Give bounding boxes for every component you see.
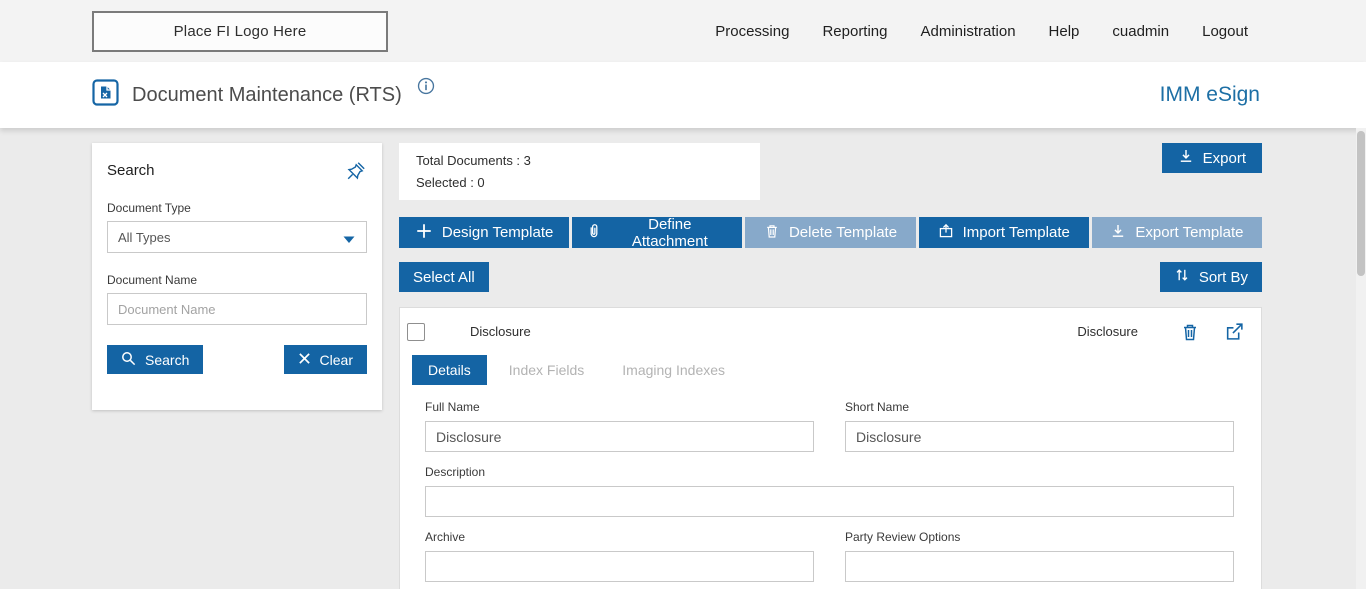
- document-name-right: Disclosure: [1077, 324, 1138, 339]
- document-tabs: Details Index Fields Imaging Indexes: [412, 355, 1261, 385]
- search-icon: [121, 351, 136, 369]
- description-input[interactable]: [425, 486, 1234, 517]
- archive-input[interactable]: [425, 551, 814, 582]
- export-button[interactable]: Export: [1162, 143, 1262, 173]
- main-content: Search Document Type All Types Document …: [0, 128, 1366, 589]
- open-external-icon[interactable]: [1224, 321, 1245, 342]
- scrollbar-thumb[interactable]: [1357, 131, 1365, 276]
- import-template-button[interactable]: Import Template: [919, 217, 1089, 248]
- nav-reporting[interactable]: Reporting: [822, 23, 887, 40]
- download-icon: [1110, 223, 1126, 243]
- document-name: Disclosure: [470, 324, 531, 339]
- template-toolbar: Design Template Define Attachment: [399, 217, 1262, 248]
- nav-administration[interactable]: Administration: [921, 23, 1016, 40]
- delete-template-button[interactable]: Delete Template: [745, 217, 915, 248]
- selected-count: Selected : 0: [416, 175, 743, 190]
- nav-user-cuadmin[interactable]: cuadmin: [1112, 23, 1169, 40]
- document-name-label: Document Name: [107, 273, 367, 287]
- tab-details[interactable]: Details: [412, 355, 487, 385]
- pin-icon[interactable]: [346, 160, 367, 181]
- close-icon: [298, 352, 311, 368]
- short-name-input[interactable]: [845, 421, 1234, 452]
- import-icon: [938, 223, 954, 243]
- download-icon: [1178, 148, 1194, 168]
- document-checkbox[interactable]: [407, 323, 425, 341]
- page-title: Document Maintenance (RTS): [132, 84, 402, 107]
- document-name-input[interactable]: [107, 293, 367, 325]
- description-label: Description: [425, 465, 1234, 479]
- clear-button[interactable]: Clear: [284, 345, 367, 374]
- define-attachment-button[interactable]: Define Attachment: [572, 217, 742, 248]
- documents-summary: Total Documents : 3 Selected : 0: [399, 143, 760, 200]
- page-header: Document Maintenance (RTS) IMM eSign: [0, 62, 1366, 128]
- select-all-button[interactable]: Select All: [399, 262, 489, 292]
- top-bar: Place FI Logo Here Processing Reporting …: [0, 0, 1366, 62]
- fi-logo-text: Place FI Logo Here: [174, 23, 307, 40]
- document-type-label: Document Type: [107, 201, 367, 215]
- search-button[interactable]: Search: [107, 345, 203, 374]
- document-type-select[interactable]: All Types: [107, 221, 367, 253]
- brand-imm-esign: IMM eSign: [1160, 83, 1260, 107]
- party-review-options-input[interactable]: [845, 551, 1234, 582]
- search-panel-title: Search: [107, 162, 155, 179]
- fi-logo-placeholder: Place FI Logo Here: [92, 11, 388, 52]
- party-review-options-label: Party Review Options: [845, 530, 1234, 544]
- paperclip-icon: [586, 223, 602, 243]
- sort-icon: [1174, 267, 1190, 287]
- full-name-label: Full Name: [425, 400, 814, 414]
- top-navigation: Processing Reporting Administration Help…: [715, 23, 1248, 40]
- nav-processing[interactable]: Processing: [715, 23, 789, 40]
- vertical-scrollbar[interactable]: [1356, 128, 1366, 589]
- sort-by-button[interactable]: Sort By: [1160, 262, 1262, 292]
- tab-index-fields[interactable]: Index Fields: [493, 355, 600, 385]
- nav-logout[interactable]: Logout: [1202, 23, 1248, 40]
- trash-icon: [764, 223, 780, 243]
- chevron-down-icon: [342, 233, 356, 248]
- total-documents-count: Total Documents : 3: [416, 153, 743, 168]
- list-controls: Select All Sort By: [399, 262, 1262, 292]
- search-panel: Search Document Type All Types Document …: [92, 143, 382, 410]
- tab-imaging-indexes[interactable]: Imaging Indexes: [606, 355, 741, 385]
- plus-icon: [415, 222, 433, 244]
- document-details-form: Full Name Short Name Description: [400, 385, 1261, 582]
- info-icon[interactable]: [417, 77, 435, 100]
- full-name-input[interactable]: [425, 421, 814, 452]
- delete-document-icon[interactable]: [1180, 322, 1200, 342]
- document-maintenance-icon: [92, 79, 119, 111]
- design-template-button[interactable]: Design Template: [399, 217, 569, 248]
- document-type-value: All Types: [118, 230, 171, 245]
- export-template-button[interactable]: Export Template: [1092, 217, 1262, 248]
- short-name-label: Short Name: [845, 400, 1234, 414]
- content-column: Total Documents : 3 Selected : 0 Export: [399, 143, 1262, 589]
- document-card: Disclosure Disclosure: [399, 307, 1262, 589]
- archive-label: Archive: [425, 530, 814, 544]
- nav-help[interactable]: Help: [1049, 23, 1080, 40]
